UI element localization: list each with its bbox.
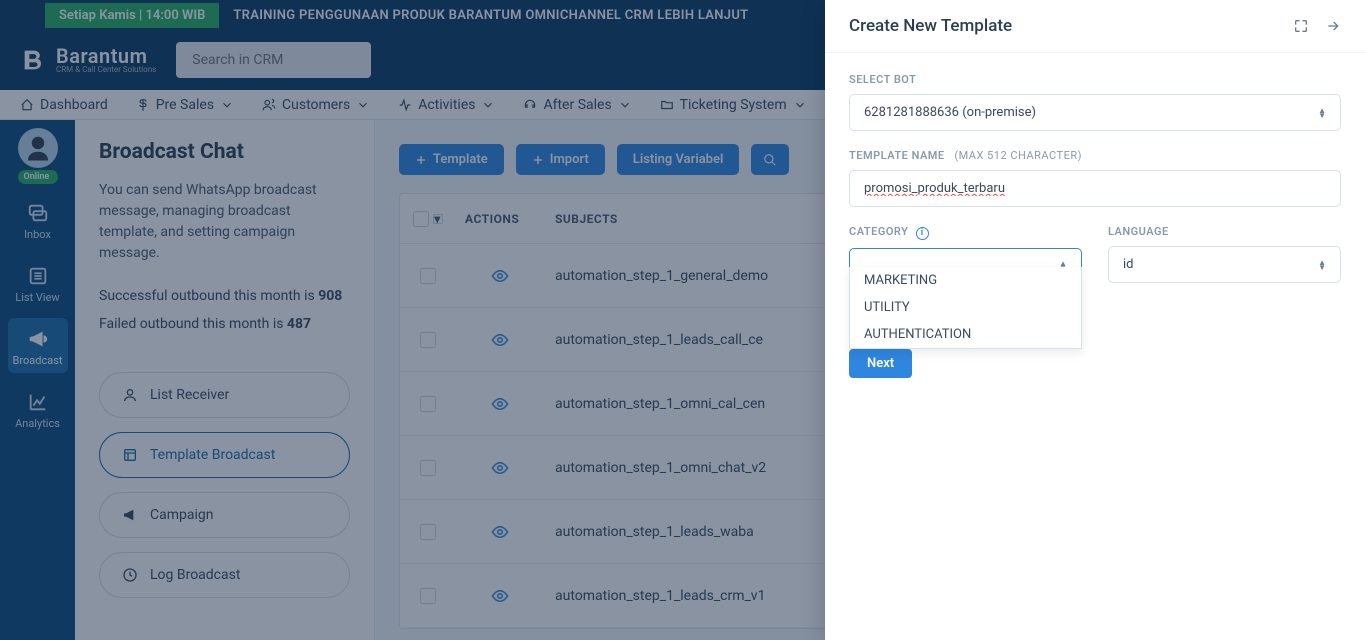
label-select-bot: SELECT BOT xyxy=(849,73,1341,86)
create-template-panel: Create New Template SELECT BOT 628128188… xyxy=(825,0,1365,640)
option-marketing[interactable]: MARKETING xyxy=(850,267,1081,294)
select-value: 6281281888636 (on-premise) xyxy=(864,105,1036,120)
arrow-right-icon[interactable] xyxy=(1325,18,1341,34)
info-icon[interactable]: i xyxy=(916,227,929,240)
category-dropdown-list: MARKETING UTILITY AUTHENTICATION xyxy=(849,267,1082,349)
label-template-name: TEMPLATE NAME (MAX 512 CHARACTER) xyxy=(849,149,1341,162)
select-caret-icon: ▲▼ xyxy=(1318,108,1326,118)
template-name-input-wrapper xyxy=(849,170,1341,207)
language-dropdown[interactable]: id ▲▼ xyxy=(1108,246,1341,283)
select-caret-icon: ▲▼ xyxy=(1318,260,1326,270)
select-bot-dropdown[interactable]: 6281281888636 (on-premise) ▲▼ xyxy=(849,94,1341,131)
option-utility[interactable]: UTILITY xyxy=(850,294,1081,321)
next-button[interactable]: Next xyxy=(849,349,912,378)
modal-title: Create New Template xyxy=(849,16,1012,36)
select-value: id xyxy=(1123,257,1134,272)
option-authentication[interactable]: AUTHENTICATION xyxy=(850,321,1081,348)
expand-icon[interactable] xyxy=(1293,18,1309,34)
template-name-input[interactable] xyxy=(864,181,1326,196)
label-language: LANGUAGE xyxy=(1108,225,1341,238)
label-category: CATEGORY i xyxy=(849,225,1082,240)
